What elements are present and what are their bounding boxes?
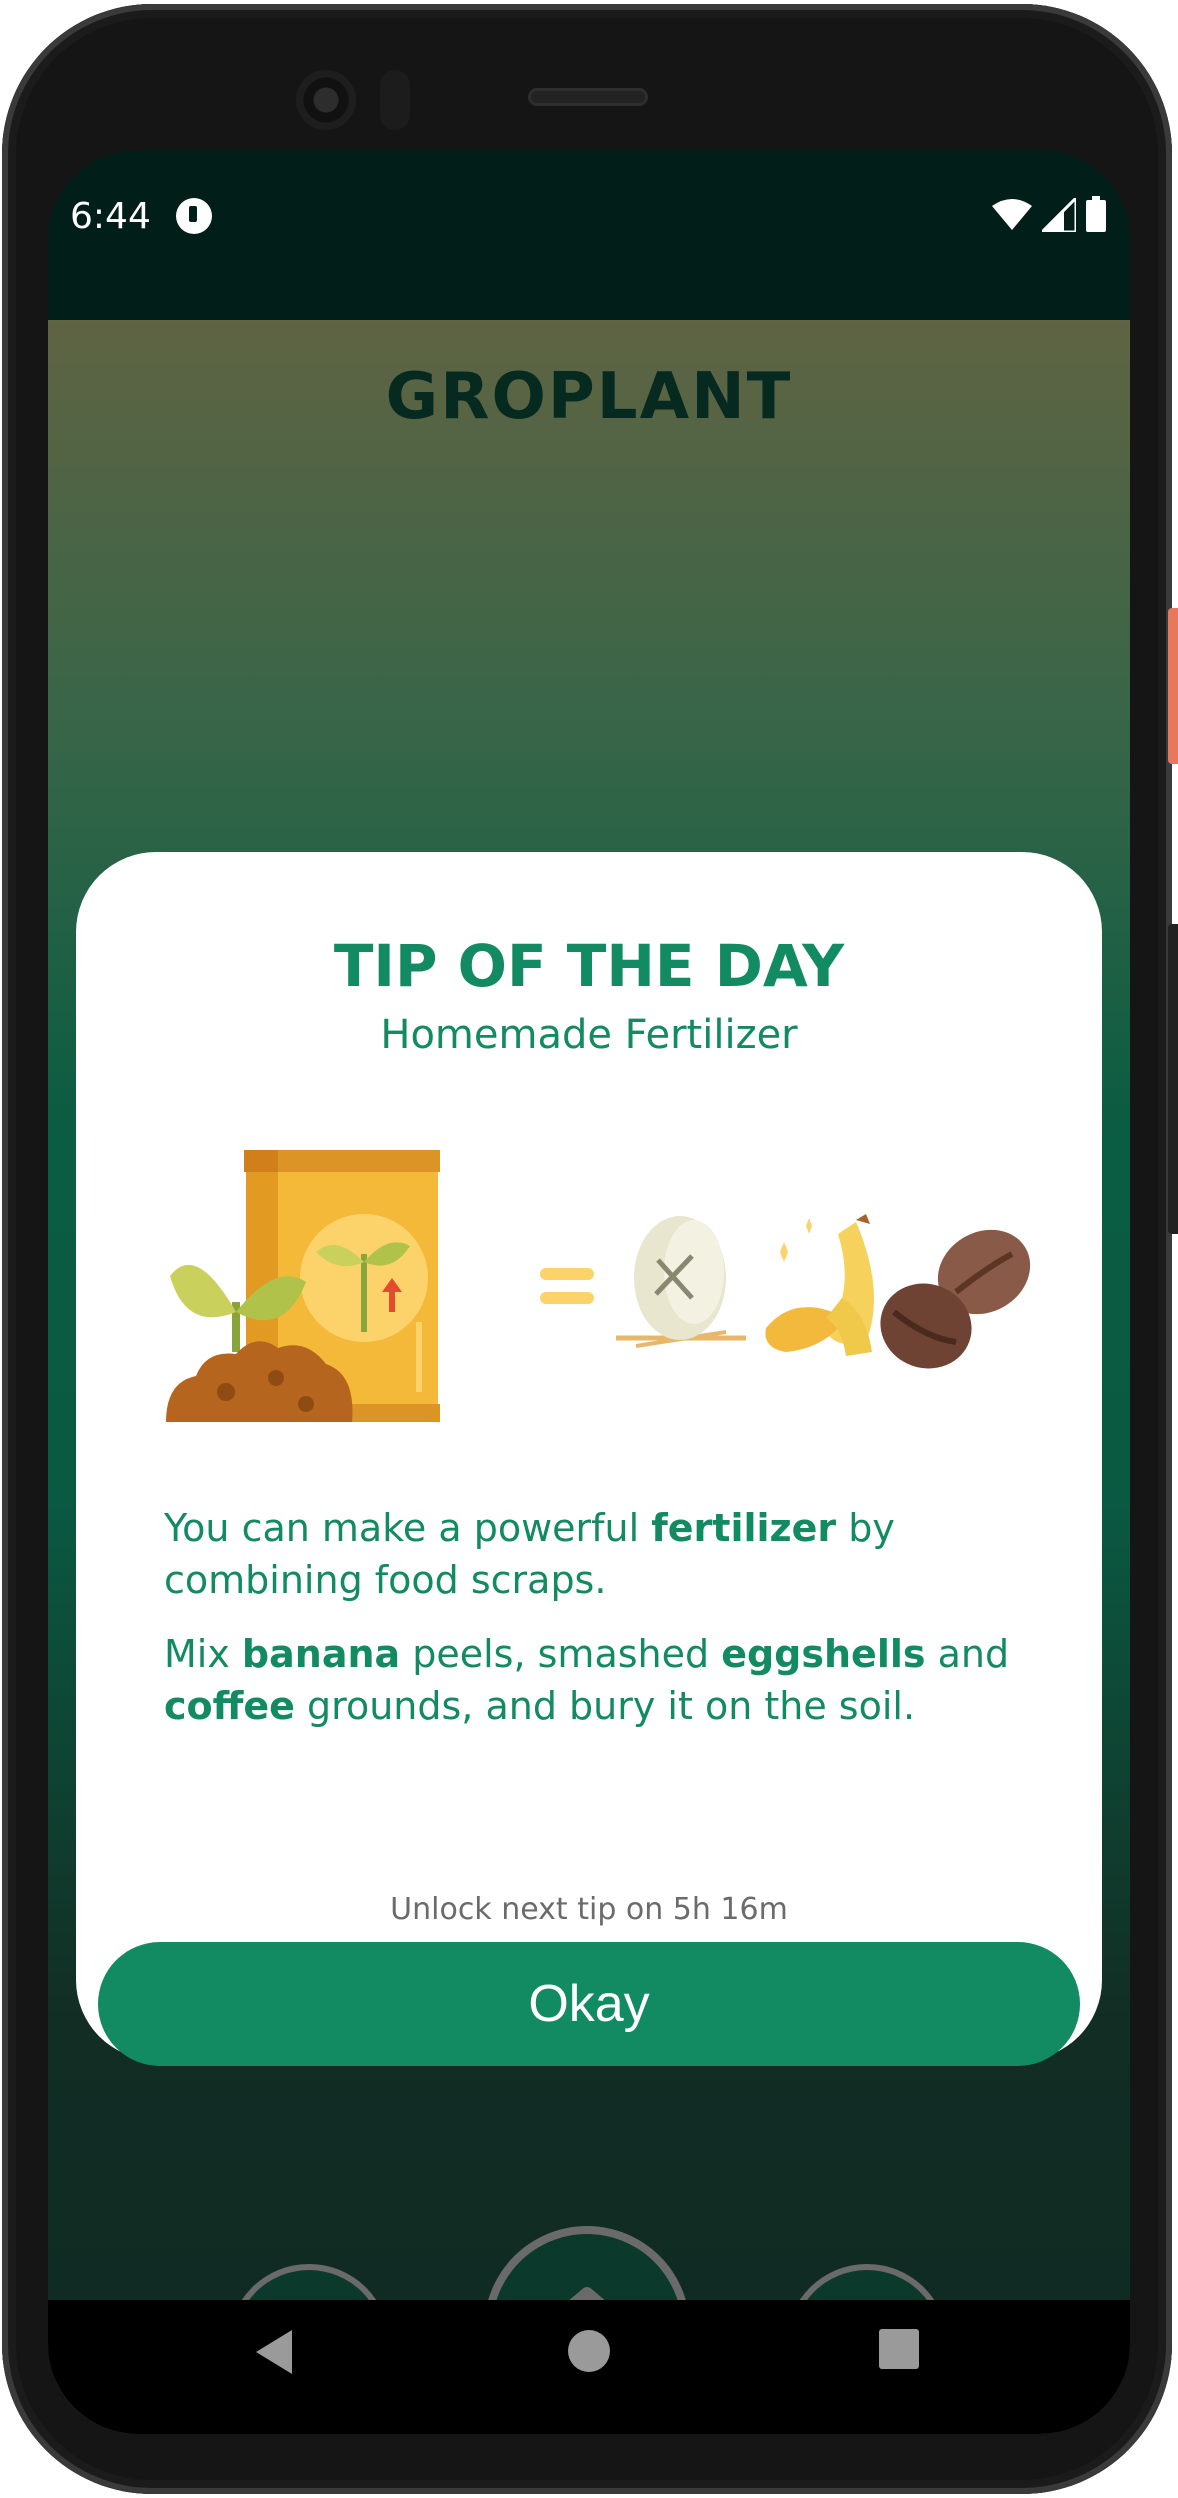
tip-text-segment: grounds, and bury it on the soil.: [294, 1684, 916, 1728]
tip-text-segment: Mix: [164, 1632, 242, 1676]
dialog-title: TIP OF THE DAY: [333, 932, 845, 1000]
tip-paragraph-1: You can make a powerful fertilizer by co…: [164, 1502, 1024, 1606]
screen: 6:44 GROPLANT TIP OF THE DAY Homemade Fe…: [48, 150, 1130, 2434]
tip-dialog: TIP OF THE DAY Homemade Fertilizer You c…: [76, 852, 1102, 2066]
status-bar: 6:44: [48, 150, 1130, 320]
fertilizer-illustration: [166, 1142, 1046, 1432]
tip-body: You can make a powerful fertilizer by co…: [164, 1502, 1024, 1754]
earpiece-speaker: [528, 88, 648, 106]
tip-keyword-coffee: coffee: [164, 1684, 295, 1728]
tip-text-segment: peels, smashed: [400, 1632, 722, 1676]
tip-text-segment: and: [925, 1632, 1010, 1676]
app-background: GROPLANT TIP OF THE DAY Homemade Fertili…: [48, 320, 1130, 2434]
system-nav-bar: [48, 2300, 1130, 2434]
tip-paragraph-2: Mix banana peels, smashed eggshells and …: [164, 1628, 1024, 1732]
notification-app-icon: [176, 198, 212, 234]
tip-keyword-eggshells: eggshells: [721, 1632, 926, 1676]
coffee-beans-icon: [880, 1229, 1031, 1369]
tip-keyword-banana: banana: [241, 1632, 401, 1676]
phone-frame: 6:44 GROPLANT TIP OF THE DAY Homemade Fe…: [2, 4, 1178, 2494]
power-button: [1168, 608, 1178, 764]
tip-text-segment: You can make a powerful: [164, 1506, 652, 1550]
unlock-countdown: Unlock next tip on 5h 16m: [390, 1892, 788, 1927]
home-icon[interactable]: [566, 2328, 612, 2374]
okay-button[interactable]: Okay: [98, 1942, 1080, 2066]
status-time: 6:44: [70, 196, 151, 237]
signal-icon: [1042, 198, 1076, 232]
volume-button: [1168, 924, 1178, 1234]
battery-icon: [1086, 196, 1106, 232]
front-camera: [296, 70, 356, 130]
recents-icon[interactable]: [878, 2328, 920, 2370]
app-title: GROPLANT: [385, 360, 793, 434]
wifi-icon: [992, 199, 1032, 230]
back-icon[interactable]: [254, 2328, 294, 2376]
status-icons: [992, 196, 1106, 232]
dialog-subtitle: Homemade Fertilizer: [380, 1012, 798, 1058]
eggshell-icon: [616, 1216, 746, 1348]
banana-icon: [765, 1214, 874, 1356]
proximity-sensor: [380, 70, 410, 130]
equals-icon: [540, 1268, 594, 1304]
tip-keyword-fertilizer: fertilizer: [651, 1506, 837, 1550]
